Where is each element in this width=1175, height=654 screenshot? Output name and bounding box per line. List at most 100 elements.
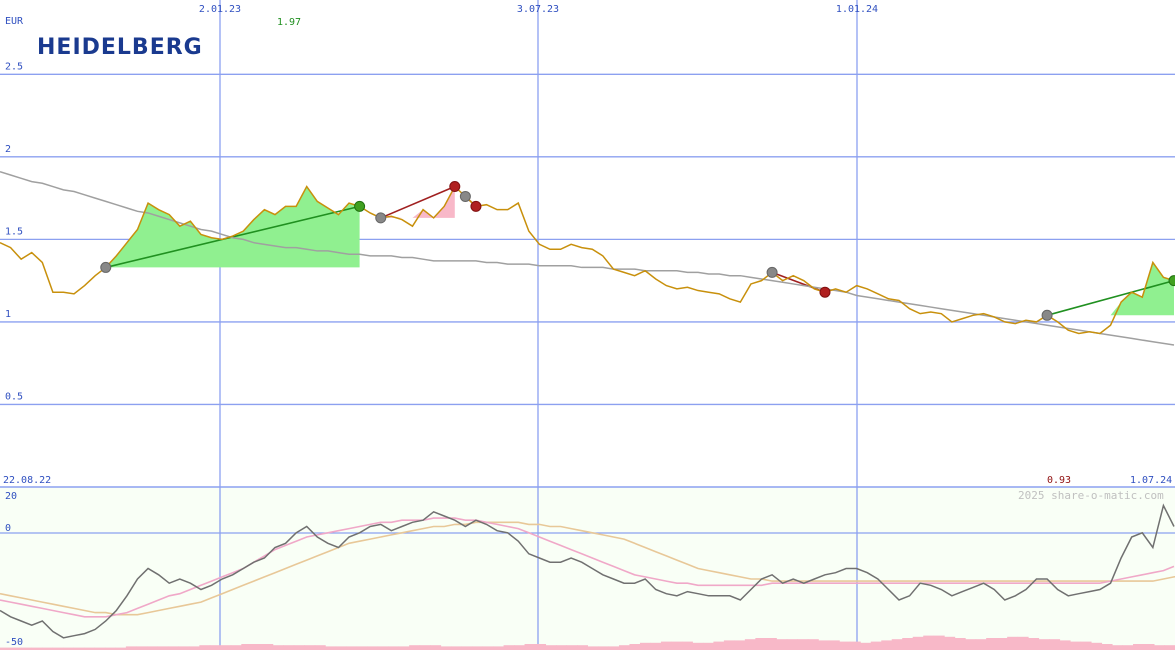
volume-bar	[1101, 644, 1113, 650]
osc-tick-label: 20	[5, 491, 17, 502]
min-price-label: 0.93	[1047, 475, 1071, 486]
volume-bar	[209, 645, 221, 650]
volume-bar	[566, 645, 578, 650]
volume-bar	[744, 639, 756, 650]
y-tick-label: 1	[5, 309, 11, 320]
volume-bar	[1091, 642, 1103, 650]
volume-bar	[650, 642, 662, 650]
volume-bar	[965, 639, 977, 650]
volume-bar	[1133, 644, 1145, 650]
volume-bar	[723, 640, 735, 650]
volume-bar	[220, 645, 232, 650]
volume-bar	[786, 639, 798, 650]
volume-bar	[660, 641, 672, 650]
volume-bar	[1080, 641, 1092, 650]
y-tick-label: 1.5	[5, 226, 23, 237]
volume-bar	[251, 644, 263, 650]
volume-bar	[944, 636, 956, 650]
x-tick-label: 1.01.24	[836, 4, 878, 15]
watermark: 2025 share-o-matic.com	[1018, 489, 1164, 502]
exit-gain-marker	[354, 200, 366, 212]
volume-bar	[157, 646, 169, 650]
volume-bar	[692, 642, 704, 650]
volume-bar	[388, 646, 400, 650]
volume-bar	[1154, 645, 1166, 650]
volume-bar	[954, 638, 966, 650]
entry-marker	[766, 266, 778, 278]
volume-bar	[912, 636, 924, 650]
volume-bar	[702, 642, 714, 650]
volume-bar	[755, 638, 767, 650]
volume-bar	[335, 646, 347, 650]
volume-bar	[283, 645, 295, 650]
entry-marker	[1041, 309, 1053, 321]
volume-bar	[618, 645, 630, 650]
volume-bar	[377, 646, 389, 650]
volume-bar	[346, 646, 358, 650]
volume-bar	[1122, 645, 1134, 650]
y-tick-label: 2.5	[5, 61, 23, 72]
volume-bar	[1164, 645, 1175, 650]
currency-label: EUR	[5, 16, 24, 27]
volume-bar	[409, 645, 421, 650]
volume-bar	[503, 645, 515, 650]
volume-bar	[996, 638, 1008, 650]
volume-bar	[451, 646, 463, 650]
volume-bar	[524, 644, 536, 650]
heidelberg-logo: HEIDELBERG	[37, 35, 203, 60]
volume-bar	[419, 645, 431, 650]
x-tick-label: 3.07.23	[517, 4, 559, 15]
volume-bar	[482, 646, 494, 650]
volume-bar	[671, 641, 683, 650]
volume-bar	[828, 640, 840, 650]
volume-bar	[535, 644, 547, 650]
volume-bar	[818, 640, 830, 650]
volume-bar	[356, 646, 368, 650]
volume-bar	[178, 646, 190, 650]
volume-bar	[125, 646, 137, 650]
volume-bar	[1143, 644, 1155, 650]
volume-bar	[986, 638, 998, 650]
volume-bar	[577, 645, 588, 650]
volume-bar	[556, 645, 568, 650]
date-start-label: 22.08.22	[3, 475, 51, 486]
volume-bar	[923, 635, 935, 650]
chart-container: 2.5 2 1.5 1 0.5 2.01.23 3.07.23 1.01.24 20 0 -50 E…	[0, 0, 1175, 650]
volume-bar	[136, 646, 148, 650]
x-tick-label: 2.01.23	[199, 4, 241, 15]
volume-bar	[1112, 645, 1124, 650]
y-tick-label: 0.5	[5, 391, 23, 402]
volume-bar	[430, 645, 442, 650]
lower-panel-background	[0, 487, 1175, 650]
volume-bar	[398, 646, 410, 650]
volume-bar	[629, 644, 641, 650]
volume-bar	[849, 641, 861, 650]
volume-bar	[1028, 638, 1040, 650]
osc-tick-label: 0	[5, 523, 11, 534]
volume-bar	[933, 635, 945, 650]
volume-bar	[870, 641, 882, 650]
logo-text: HEIDELBERG	[37, 35, 203, 60]
volume-bar	[807, 639, 819, 650]
volume-bar	[902, 638, 914, 650]
price-chart: 2.5 2 1.5 1 0.5 2.01.23 3.07.23 1.01.24 20 0 -50 E…	[0, 0, 1175, 650]
volume-bar	[493, 646, 505, 650]
volume-bar	[639, 642, 651, 650]
volume-bar	[146, 646, 158, 650]
max-price-label: 1.97	[277, 17, 301, 28]
entry-marker	[459, 190, 471, 202]
volume-bar	[776, 639, 788, 650]
volume-bar	[681, 641, 693, 650]
volume-bar	[975, 639, 987, 650]
exit-gain-marker	[1168, 275, 1175, 287]
osc-tick-label: -50	[5, 637, 23, 648]
volume-bar	[797, 639, 809, 650]
volume-bar	[1059, 640, 1071, 650]
volume-bar	[545, 645, 557, 650]
volume-bar	[891, 639, 903, 650]
volume-bar	[241, 644, 253, 650]
volume-bar	[199, 645, 211, 650]
volume-bar	[713, 641, 725, 650]
volume-bar	[1038, 639, 1050, 650]
volume-bar	[304, 645, 316, 650]
